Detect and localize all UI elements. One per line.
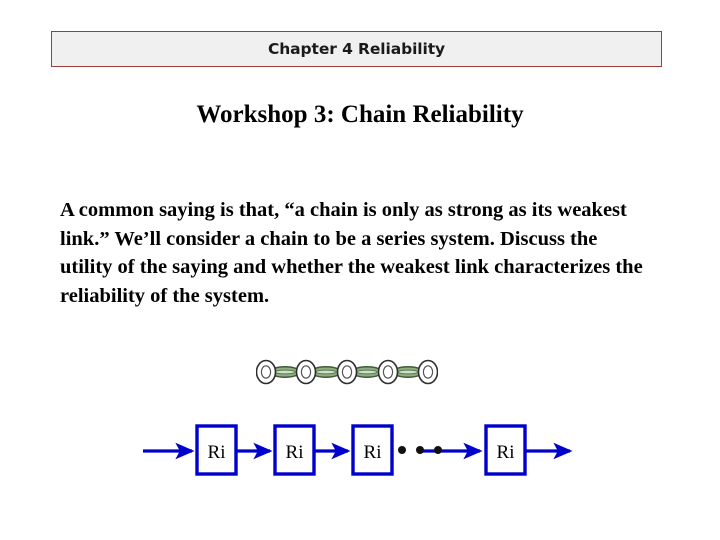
page-title: Workshop 3: Chain Reliability: [196, 101, 524, 128]
chain-illustration: [255, 355, 439, 387]
chapter-header-text: Chapter 4 Reliability: [267, 40, 446, 58]
reliability-block-3: Ri: [351, 424, 394, 476]
reliability-block-3-label: Ri: [364, 442, 382, 463]
chain-illustration-graphic: [255, 359, 439, 385]
reliability-block-1-label: Ri: [208, 442, 226, 463]
chapter-header-banner: Chapter 4 Reliability: [51, 31, 662, 67]
body-paragraph: A common saying is that, “a chain is onl…: [60, 199, 643, 307]
reliability-series-block-diagram: Ri Ri Ri Ri: [130, 418, 580, 484]
reliability-block-2: Ri: [273, 424, 316, 476]
reliability-block-2-label: Ri: [286, 442, 304, 463]
reliability-block-4: Ri: [484, 424, 527, 476]
series-ellipsis: [398, 446, 442, 454]
series-diagram-graphic: Ri Ri Ri Ri: [143, 424, 573, 476]
reliability-block-4-label: Ri: [497, 442, 515, 463]
reliability-block-1: Ri: [195, 424, 238, 476]
